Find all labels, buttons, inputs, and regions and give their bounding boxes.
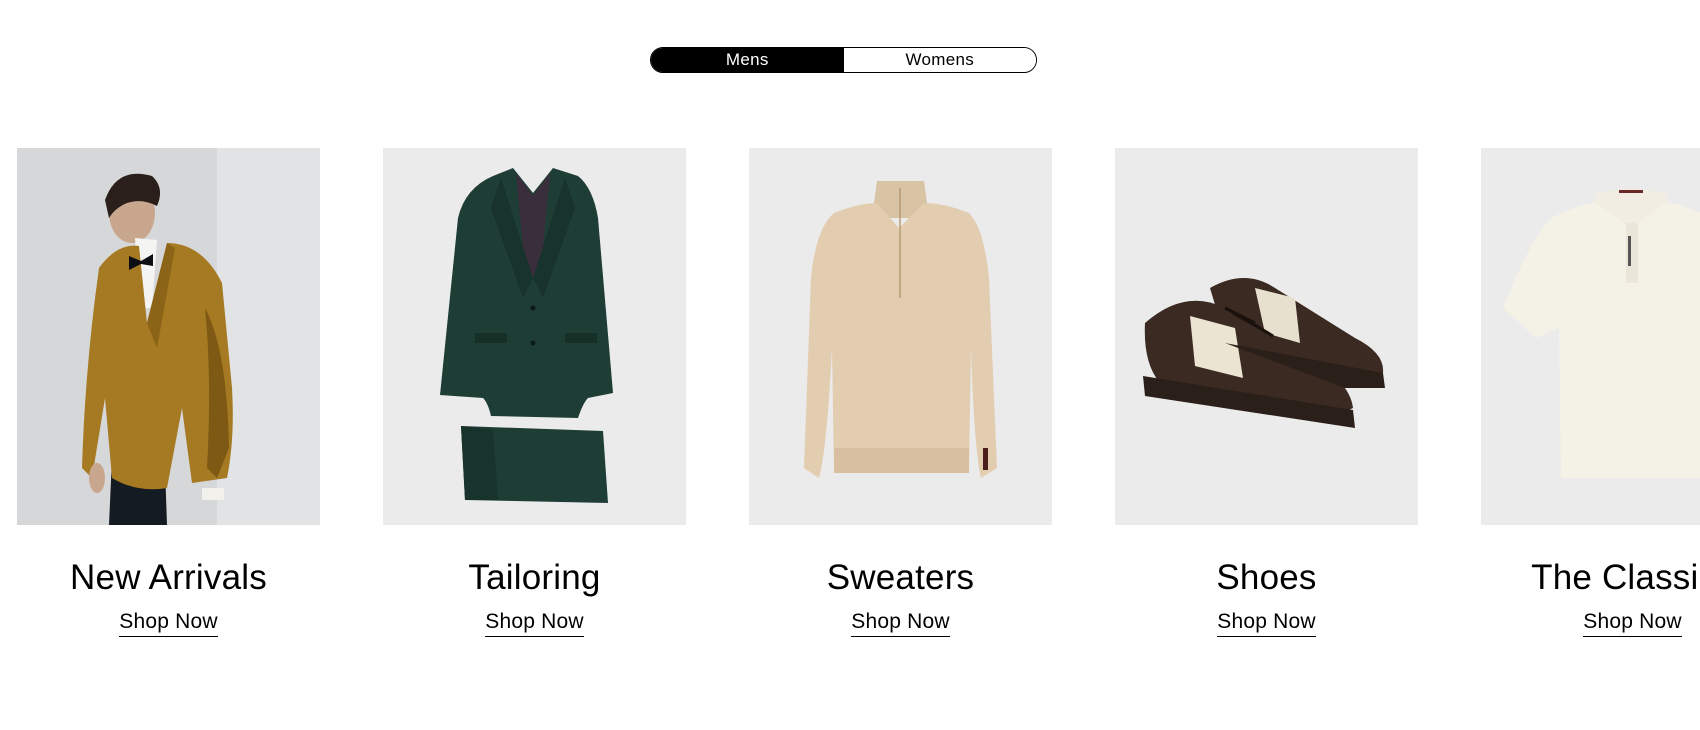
shop-now-link[interactable]: Shop Now bbox=[1583, 610, 1682, 637]
man-in-velvet-jacket-image bbox=[17, 148, 320, 525]
category-title: Sweaters bbox=[826, 558, 975, 597]
brown-sneakers-image bbox=[1115, 148, 1418, 525]
category-image-sweaters[interactable] bbox=[749, 148, 1052, 525]
category-carousel[interactable]: New Arrivals Shop Now Tailoring Shop Now… bbox=[17, 148, 1700, 668]
shop-now-link[interactable]: Shop Now bbox=[1217, 610, 1316, 637]
category-card-sweaters: Sweaters Shop Now bbox=[749, 148, 1052, 637]
green-suit-image bbox=[383, 148, 686, 525]
toggle-mens[interactable]: Mens bbox=[651, 48, 844, 72]
category-card-tailoring: Tailoring Shop Now bbox=[383, 148, 686, 637]
category-card-the-classics: The Classics Shop Now bbox=[1481, 148, 1700, 637]
category-title: New Arrivals bbox=[70, 558, 267, 597]
shop-now-link[interactable]: Shop Now bbox=[119, 610, 218, 637]
gender-toggle: Mens Womens bbox=[650, 47, 1037, 73]
cream-polo-shirt-image bbox=[1481, 148, 1700, 525]
category-card-new-arrivals: New Arrivals Shop Now bbox=[17, 148, 320, 637]
shop-now-link[interactable]: Shop Now bbox=[485, 610, 584, 637]
toggle-womens[interactable]: Womens bbox=[843, 48, 1036, 72]
category-title: Shoes bbox=[1216, 558, 1317, 597]
shop-now-link[interactable]: Shop Now bbox=[851, 610, 950, 637]
category-card-shoes: Shoes Shop Now bbox=[1115, 148, 1418, 637]
category-image-new-arrivals[interactable] bbox=[17, 148, 320, 525]
category-image-the-classics[interactable] bbox=[1481, 148, 1700, 525]
beige-half-zip-sweater-image bbox=[749, 148, 1052, 525]
category-title: The Classics bbox=[1531, 558, 1700, 597]
category-title: Tailoring bbox=[468, 558, 601, 597]
category-image-tailoring[interactable] bbox=[383, 148, 686, 525]
category-image-shoes[interactable] bbox=[1115, 148, 1418, 525]
